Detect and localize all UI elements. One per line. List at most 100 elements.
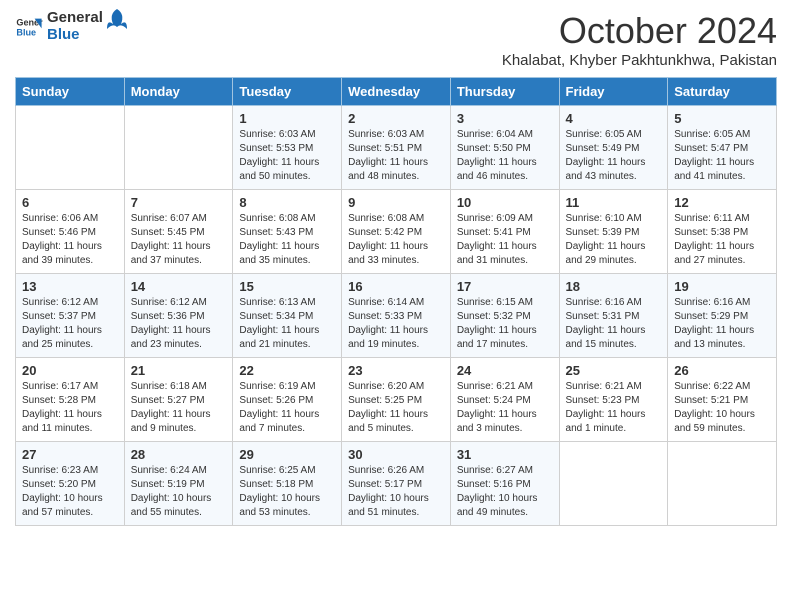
calendar-cell xyxy=(668,442,777,526)
day-number: 24 xyxy=(457,363,553,378)
day-number: 9 xyxy=(348,195,444,210)
cell-info: Sunrise: 6:05 AMSunset: 5:47 PMDaylight:… xyxy=(674,128,770,184)
location-subtitle: Khalabat, Khyber Pakhtunkhwa, Pakistan xyxy=(502,52,777,69)
calendar-cell: 1Sunrise: 6:03 AMSunset: 5:53 PMDaylight… xyxy=(233,106,342,190)
day-number: 23 xyxy=(348,363,444,378)
calendar-cell: 3Sunrise: 6:04 AMSunset: 5:50 PMDaylight… xyxy=(450,106,559,190)
calendar-cell: 21 Sunrise: 6:18 AMSunset: 5:27 PMDayligh… xyxy=(124,358,233,442)
calendar-week-1: 1Sunrise: 6:03 AMSunset: 5:53 PMDaylight… xyxy=(16,106,777,190)
day-number: 17 xyxy=(457,279,553,294)
calendar-cell: 24 Sunrise: 6:21 AMSunset: 5:24 PMDayligh… xyxy=(450,358,559,442)
calendar-cell: 18 Sunrise: 6:16 AMSunset: 5:31 PMDayligh… xyxy=(559,274,668,358)
header-sunday: Sunday xyxy=(16,78,125,106)
cell-info: Sunrise: 6:03 AMSunset: 5:51 PMDaylight:… xyxy=(348,128,444,184)
header-thursday: Thursday xyxy=(450,78,559,106)
cell-info: Sunrise: 6:05 AMSunset: 5:49 PMDaylight:… xyxy=(566,128,662,184)
day-number: 26 xyxy=(674,363,770,378)
cell-info: Sunrise: 6:10 AMSunset: 5:39 PMDaylight:… xyxy=(566,212,662,268)
calendar-cell: 12 Sunrise: 6:11 AMSunset: 5:38 PMDayligh… xyxy=(668,190,777,274)
calendar-cell: 31Sunrise: 6:27 AMSunset: 5:16 PMDayligh… xyxy=(450,442,559,526)
cell-info: Sunrise: 6:06 AMSunset: 5:46 PMDaylight:… xyxy=(22,212,118,268)
day-number: 8 xyxy=(239,195,335,210)
header-monday: Monday xyxy=(124,78,233,106)
day-number: 30 xyxy=(348,447,444,462)
cell-info: Sunrise: 6:07 AMSunset: 5:45 PMDaylight:… xyxy=(131,212,227,268)
logo-general: General xyxy=(47,10,103,27)
day-number: 18 xyxy=(566,279,662,294)
cell-info: Sunrise: 6:18 AMSunset: 5:27 PMDaylight:… xyxy=(131,380,227,436)
calendar-cell: 4 Sunrise: 6:05 AMSunset: 5:49 PMDaylight… xyxy=(559,106,668,190)
calendar-cell: 14 Sunrise: 6:12 AMSunset: 5:36 PMDayligh… xyxy=(124,274,233,358)
logo: General Blue General Blue xyxy=(15,10,127,43)
cell-info: Sunrise: 6:16 AMSunset: 5:31 PMDaylight:… xyxy=(566,296,662,352)
calendar-cell: 17 Sunrise: 6:15 AMSunset: 5:32 PMDayligh… xyxy=(450,274,559,358)
day-number: 2 xyxy=(348,111,444,126)
day-number: 10 xyxy=(457,195,553,210)
header-wednesday: Wednesday xyxy=(342,78,451,106)
day-number: 5 xyxy=(674,111,770,126)
day-number: 29 xyxy=(239,447,335,462)
calendar-cell: 19Sunrise: 6:16 AMSunset: 5:29 PMDayligh… xyxy=(668,274,777,358)
day-number: 14 xyxy=(131,279,227,294)
calendar-cell: 8 Sunrise: 6:08 AMSunset: 5:43 PMDaylight… xyxy=(233,190,342,274)
calendar-cell xyxy=(559,442,668,526)
svg-text:Blue: Blue xyxy=(16,27,36,37)
calendar-cell xyxy=(124,106,233,190)
calendar-cell: 29 Sunrise: 6:25 AMSunset: 5:18 PMDayligh… xyxy=(233,442,342,526)
cell-info: Sunrise: 6:21 AMSunset: 5:24 PMDaylight:… xyxy=(457,380,553,436)
cell-info: Sunrise: 6:08 AMSunset: 5:43 PMDaylight:… xyxy=(239,212,335,268)
cell-info: Sunrise: 6:24 AMSunset: 5:19 PMDaylight:… xyxy=(131,464,227,520)
cell-info: Sunrise: 6:19 AMSunset: 5:26 PMDaylight:… xyxy=(239,380,335,436)
calendar-cell: 15Sunrise: 6:13 AMSunset: 5:34 PMDayligh… xyxy=(233,274,342,358)
calendar-week-2: 6Sunrise: 6:06 AMSunset: 5:46 PMDaylight… xyxy=(16,190,777,274)
cell-info: Sunrise: 6:22 AMSunset: 5:21 PMDaylight:… xyxy=(674,380,770,436)
month-title: October 2024 xyxy=(502,10,777,52)
calendar-header-row: SundayMondayTuesdayWednesdayThursdayFrid… xyxy=(16,78,777,106)
cell-info: Sunrise: 6:25 AMSunset: 5:18 PMDaylight:… xyxy=(239,464,335,520)
logo-icon: General Blue xyxy=(15,13,43,41)
calendar-cell: 22 Sunrise: 6:19 AMSunset: 5:26 PMDayligh… xyxy=(233,358,342,442)
cell-info: Sunrise: 6:20 AMSunset: 5:25 PMDaylight:… xyxy=(348,380,444,436)
day-number: 20 xyxy=(22,363,118,378)
cell-info: Sunrise: 6:04 AMSunset: 5:50 PMDaylight:… xyxy=(457,128,553,184)
calendar-cell: 5 Sunrise: 6:05 AMSunset: 5:47 PMDaylight… xyxy=(668,106,777,190)
day-number: 31 xyxy=(457,447,553,462)
calendar-week-3: 13Sunrise: 6:12 AMSunset: 5:37 PMDayligh… xyxy=(16,274,777,358)
day-number: 1 xyxy=(239,111,335,126)
calendar-cell: 25 Sunrise: 6:21 AMSunset: 5:23 PMDayligh… xyxy=(559,358,668,442)
calendar-cell: 30Sunrise: 6:26 AMSunset: 5:17 PMDayligh… xyxy=(342,442,451,526)
day-number: 27 xyxy=(22,447,118,462)
day-number: 22 xyxy=(239,363,335,378)
day-number: 7 xyxy=(131,195,227,210)
cell-info: Sunrise: 6:11 AMSunset: 5:38 PMDaylight:… xyxy=(674,212,770,268)
calendar-cell: 23 Sunrise: 6:20 AMSunset: 5:25 PMDayligh… xyxy=(342,358,451,442)
cell-info: Sunrise: 6:23 AMSunset: 5:20 PMDaylight:… xyxy=(22,464,118,520)
calendar-cell: 27 Sunrise: 6:23 AMSunset: 5:20 PMDayligh… xyxy=(16,442,125,526)
calendar-cell: 16Sunrise: 6:14 AMSunset: 5:33 PMDayligh… xyxy=(342,274,451,358)
calendar-cell: 2 Sunrise: 6:03 AMSunset: 5:51 PMDaylight… xyxy=(342,106,451,190)
cell-info: Sunrise: 6:12 AMSunset: 5:37 PMDaylight:… xyxy=(22,296,118,352)
day-number: 12 xyxy=(674,195,770,210)
day-number: 4 xyxy=(566,111,662,126)
day-number: 28 xyxy=(131,447,227,462)
calendar-cell: 7 Sunrise: 6:07 AMSunset: 5:45 PMDaylight… xyxy=(124,190,233,274)
cell-info: Sunrise: 6:21 AMSunset: 5:23 PMDaylight:… xyxy=(566,380,662,436)
day-number: 11 xyxy=(566,195,662,210)
cell-info: Sunrise: 6:08 AMSunset: 5:42 PMDaylight:… xyxy=(348,212,444,268)
header-saturday: Saturday xyxy=(668,78,777,106)
day-number: 25 xyxy=(566,363,662,378)
cell-info: Sunrise: 6:12 AMSunset: 5:36 PMDaylight:… xyxy=(131,296,227,352)
cell-info: Sunrise: 6:14 AMSunset: 5:33 PMDaylight:… xyxy=(348,296,444,352)
cell-info: Sunrise: 6:16 AMSunset: 5:29 PMDaylight:… xyxy=(674,296,770,352)
calendar-cell: 20Sunrise: 6:17 AMSunset: 5:28 PMDayligh… xyxy=(16,358,125,442)
day-number: 21 xyxy=(131,363,227,378)
calendar-cell: 6Sunrise: 6:06 AMSunset: 5:46 PMDaylight… xyxy=(16,190,125,274)
cell-info: Sunrise: 6:15 AMSunset: 5:32 PMDaylight:… xyxy=(457,296,553,352)
day-number: 15 xyxy=(239,279,335,294)
page-header: General Blue General Blue October 2024 K… xyxy=(15,10,777,69)
calendar-cell: 26 Sunrise: 6:22 AMSunset: 5:21 PMDayligh… xyxy=(668,358,777,442)
title-block: October 2024 Khalabat, Khyber Pakhtunkhw… xyxy=(502,10,777,69)
cell-info: Sunrise: 6:09 AMSunset: 5:41 PMDaylight:… xyxy=(457,212,553,268)
logo-bird-icon xyxy=(107,9,127,39)
calendar-cell: 13Sunrise: 6:12 AMSunset: 5:37 PMDayligh… xyxy=(16,274,125,358)
